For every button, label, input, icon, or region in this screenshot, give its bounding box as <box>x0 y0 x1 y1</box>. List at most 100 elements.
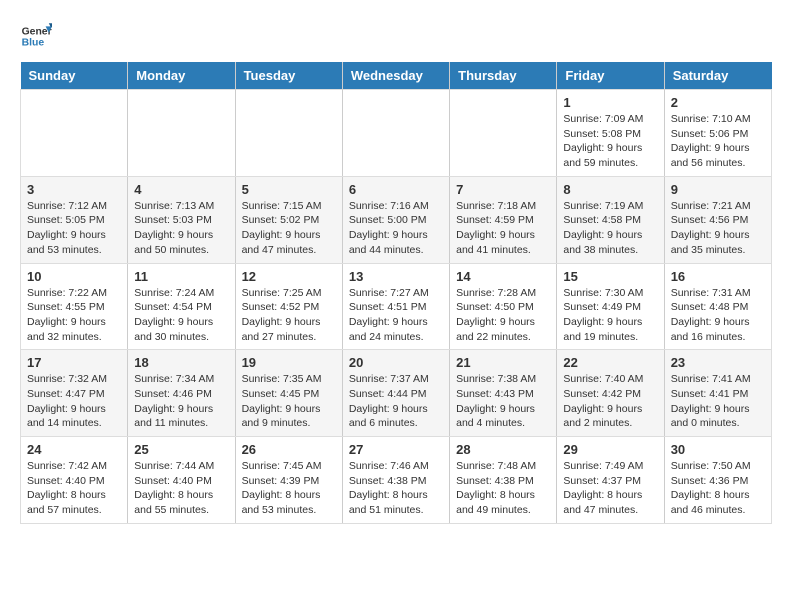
day-cell: 15Sunrise: 7:30 AM Sunset: 4:49 PM Dayli… <box>557 263 664 350</box>
col-header-sunday: Sunday <box>21 62 128 90</box>
day-cell: 22Sunrise: 7:40 AM Sunset: 4:42 PM Dayli… <box>557 350 664 437</box>
day-number: 29 <box>563 442 657 457</box>
day-number: 11 <box>134 269 228 284</box>
day-number: 25 <box>134 442 228 457</box>
week-row-3: 10 Sunrise: 7:22 AM Sunset: 4:55 PM Dayli… <box>21 263 772 350</box>
day-number: 17 <box>27 355 121 370</box>
day-cell: 20 Sunrise: 7:37 AM Sunset: 4:44 PM Dayli… <box>342 350 449 437</box>
day-cell: 7 Sunrise: 7:18 AM Sunset: 4:59 PM Daylig… <box>450 176 557 263</box>
week-row-4: 17 Sunrise: 7:32 AM Sunset: 4:47 PM Dayli… <box>21 350 772 437</box>
day-cell: 25 Sunrise: 7:44 AM Sunset: 4:40 PM Dayli… <box>128 437 235 524</box>
day-cell: 21Sunrise: 7:38 AM Sunset: 4:43 PM Dayli… <box>450 350 557 437</box>
day-info: Sunrise: 7:18 AM Sunset: 4:59 PM Dayligh… <box>456 199 550 258</box>
day-info: Sunrise: 7:32 AM Sunset: 4:47 PM Dayligh… <box>27 372 121 431</box>
day-cell: 27Sunrise: 7:46 AM Sunset: 4:38 PM Dayli… <box>342 437 449 524</box>
col-header-tuesday: Tuesday <box>235 62 342 90</box>
day-cell: 30 Sunrise: 7:50 AM Sunset: 4:36 PM Dayli… <box>664 437 771 524</box>
day-number: 10 <box>27 269 121 284</box>
day-number: 9 <box>671 182 765 197</box>
day-number: 3 <box>27 182 121 197</box>
day-number: 13 <box>349 269 443 284</box>
day-number: 16 <box>671 269 765 284</box>
calendar-table: SundayMondayTuesdayWednesdayThursdayFrid… <box>20 62 772 524</box>
day-info: Sunrise: 7:44 AM Sunset: 4:40 PM Dayligh… <box>134 459 228 518</box>
week-row-5: 24Sunrise: 7:42 AM Sunset: 4:40 PM Dayli… <box>21 437 772 524</box>
day-number: 19 <box>242 355 336 370</box>
day-number: 5 <box>242 182 336 197</box>
day-info: Sunrise: 7:31 AM Sunset: 4:48 PM Dayligh… <box>671 286 765 345</box>
logo-icon: General Blue <box>20 20 52 52</box>
day-number: 2 <box>671 95 765 110</box>
day-info: Sunrise: 7:34 AM Sunset: 4:46 PM Dayligh… <box>134 372 228 431</box>
day-number: 24 <box>27 442 121 457</box>
day-info: Sunrise: 7:21 AM Sunset: 4:56 PM Dayligh… <box>671 199 765 258</box>
day-info: Sunrise: 7:49 AM Sunset: 4:37 PM Dayligh… <box>563 459 657 518</box>
col-header-saturday: Saturday <box>664 62 771 90</box>
header: General Blue <box>20 20 772 52</box>
day-cell: 17 Sunrise: 7:32 AM Sunset: 4:47 PM Dayli… <box>21 350 128 437</box>
day-number: 14 <box>456 269 550 284</box>
day-cell: 11 Sunrise: 7:24 AM Sunset: 4:54 PM Dayli… <box>128 263 235 350</box>
day-info: Sunrise: 7:25 AM Sunset: 4:52 PM Dayligh… <box>242 286 336 345</box>
day-cell <box>235 90 342 177</box>
day-info: Sunrise: 7:12 AM Sunset: 5:05 PM Dayligh… <box>27 199 121 258</box>
week-row-2: 3 Sunrise: 7:12 AM Sunset: 5:05 PM Daylig… <box>21 176 772 263</box>
day-cell <box>342 90 449 177</box>
col-header-friday: Friday <box>557 62 664 90</box>
day-info: Sunrise: 7:15 AM Sunset: 5:02 PM Dayligh… <box>242 199 336 258</box>
day-cell: 18Sunrise: 7:34 AM Sunset: 4:46 PM Dayli… <box>128 350 235 437</box>
day-cell: 8 Sunrise: 7:19 AM Sunset: 4:58 PM Daylig… <box>557 176 664 263</box>
day-cell: 19Sunrise: 7:35 AM Sunset: 4:45 PM Dayli… <box>235 350 342 437</box>
day-info: Sunrise: 7:16 AM Sunset: 5:00 PM Dayligh… <box>349 199 443 258</box>
day-cell: 14Sunrise: 7:28 AM Sunset: 4:50 PM Dayli… <box>450 263 557 350</box>
day-number: 8 <box>563 182 657 197</box>
col-header-wednesday: Wednesday <box>342 62 449 90</box>
day-cell: 28 Sunrise: 7:48 AM Sunset: 4:38 PM Dayli… <box>450 437 557 524</box>
day-cell <box>128 90 235 177</box>
day-info: Sunrise: 7:37 AM Sunset: 4:44 PM Dayligh… <box>349 372 443 431</box>
day-info: Sunrise: 7:41 AM Sunset: 4:41 PM Dayligh… <box>671 372 765 431</box>
day-info: Sunrise: 7:24 AM Sunset: 4:54 PM Dayligh… <box>134 286 228 345</box>
day-info: Sunrise: 7:38 AM Sunset: 4:43 PM Dayligh… <box>456 372 550 431</box>
day-cell: 9 Sunrise: 7:21 AM Sunset: 4:56 PM Daylig… <box>664 176 771 263</box>
day-cell: 23 Sunrise: 7:41 AM Sunset: 4:41 PM Dayli… <box>664 350 771 437</box>
day-info: Sunrise: 7:10 AM Sunset: 5:06 PM Dayligh… <box>671 112 765 171</box>
day-info: Sunrise: 7:19 AM Sunset: 4:58 PM Dayligh… <box>563 199 657 258</box>
day-info: Sunrise: 7:13 AM Sunset: 5:03 PM Dayligh… <box>134 199 228 258</box>
week-row-1: 1 Sunrise: 7:09 AM Sunset: 5:08 PM Daylig… <box>21 90 772 177</box>
day-number: 23 <box>671 355 765 370</box>
day-cell <box>450 90 557 177</box>
day-cell: 6Sunrise: 7:16 AM Sunset: 5:00 PM Daylig… <box>342 176 449 263</box>
day-number: 15 <box>563 269 657 284</box>
day-cell: 5 Sunrise: 7:15 AM Sunset: 5:02 PM Daylig… <box>235 176 342 263</box>
day-cell: 1 Sunrise: 7:09 AM Sunset: 5:08 PM Daylig… <box>557 90 664 177</box>
day-cell <box>21 90 128 177</box>
day-number: 7 <box>456 182 550 197</box>
day-cell: 4 Sunrise: 7:13 AM Sunset: 5:03 PM Daylig… <box>128 176 235 263</box>
day-number: 28 <box>456 442 550 457</box>
day-info: Sunrise: 7:48 AM Sunset: 4:38 PM Dayligh… <box>456 459 550 518</box>
svg-text:Blue: Blue <box>22 38 45 49</box>
day-cell: 16 Sunrise: 7:31 AM Sunset: 4:48 PM Dayli… <box>664 263 771 350</box>
logo: General Blue <box>20 20 56 52</box>
day-info: Sunrise: 7:09 AM Sunset: 5:08 PM Dayligh… <box>563 112 657 171</box>
day-cell: 26Sunrise: 7:45 AM Sunset: 4:39 PM Dayli… <box>235 437 342 524</box>
day-info: Sunrise: 7:45 AM Sunset: 4:39 PM Dayligh… <box>242 459 336 518</box>
day-info: Sunrise: 7:50 AM Sunset: 4:36 PM Dayligh… <box>671 459 765 518</box>
day-number: 12 <box>242 269 336 284</box>
day-info: Sunrise: 7:22 AM Sunset: 4:55 PM Dayligh… <box>27 286 121 345</box>
col-header-thursday: Thursday <box>450 62 557 90</box>
day-cell: 3 Sunrise: 7:12 AM Sunset: 5:05 PM Daylig… <box>21 176 128 263</box>
day-number: 4 <box>134 182 228 197</box>
day-info: Sunrise: 7:27 AM Sunset: 4:51 PM Dayligh… <box>349 286 443 345</box>
day-cell: 24Sunrise: 7:42 AM Sunset: 4:40 PM Dayli… <box>21 437 128 524</box>
day-cell: 2 Sunrise: 7:10 AM Sunset: 5:06 PM Daylig… <box>664 90 771 177</box>
day-cell: 12 Sunrise: 7:25 AM Sunset: 4:52 PM Dayli… <box>235 263 342 350</box>
day-number: 27 <box>349 442 443 457</box>
day-cell: 13 Sunrise: 7:27 AM Sunset: 4:51 PM Dayli… <box>342 263 449 350</box>
header-row: SundayMondayTuesdayWednesdayThursdayFrid… <box>21 62 772 90</box>
day-number: 30 <box>671 442 765 457</box>
day-cell: 10 Sunrise: 7:22 AM Sunset: 4:55 PM Dayli… <box>21 263 128 350</box>
day-number: 20 <box>349 355 443 370</box>
day-number: 1 <box>563 95 657 110</box>
